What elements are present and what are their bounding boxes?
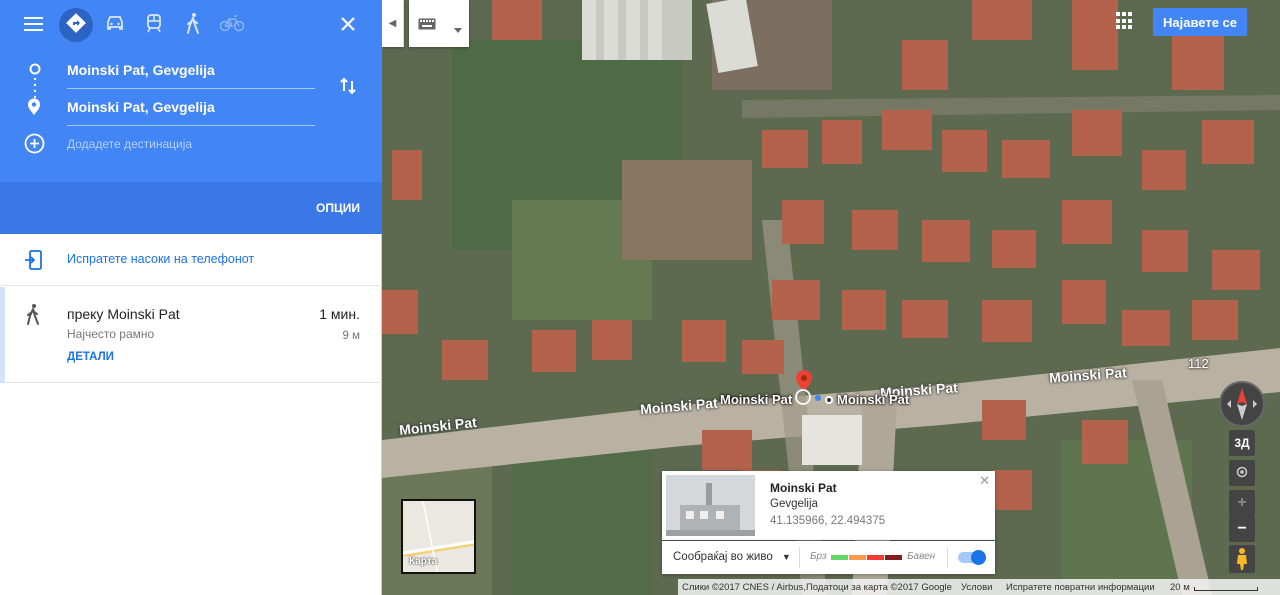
- street-view-thumbnail[interactable]: [666, 475, 755, 536]
- directions-header: Moinski Pat, Gevgelija Moinski Pat, Gevg…: [0, 0, 382, 182]
- zoom-in-button[interactable]: +: [1229, 490, 1255, 516]
- destination-row: Moinski Pat, Gevgelija: [0, 89, 382, 126]
- traffic-slow-label: Бавен: [907, 551, 936, 562]
- chevron-down-icon: ▼: [781, 552, 791, 562]
- terms-link[interactable]: Услови: [961, 582, 992, 593]
- send-to-phone-icon: [24, 250, 44, 270]
- map-footer: Слики ©2017 CNES / Airbus,Податоци за ка…: [678, 579, 1280, 595]
- map-type-toggle[interactable]: Карта: [401, 499, 476, 574]
- traffic-layer-bar: Сообраќај во живо ▼ Брз Бавен: [662, 541, 995, 574]
- route-via: преку Moinski Pat: [67, 306, 180, 322]
- mode-transit-button[interactable]: [137, 8, 171, 42]
- chevron-down-icon: [454, 20, 462, 38]
- bike-icon: [219, 14, 245, 37]
- collapse-panel-button[interactable]: ◀: [382, 0, 404, 47]
- sign-in-button[interactable]: Најавете се: [1153, 8, 1247, 36]
- add-destination-icon[interactable]: [24, 133, 45, 154]
- traffic-legend-very-slow: [885, 555, 902, 560]
- feedback-link[interactable]: Испратете повратни информации: [1006, 582, 1155, 593]
- imagery-attribution: Слики ©2017 CNES / Airbus,Податоци за ка…: [682, 582, 952, 593]
- road-number-label: 112: [1188, 356, 1209, 371]
- route-distance: 9 м: [342, 330, 361, 342]
- route-summary: Најчесто рамно: [67, 327, 155, 341]
- mode-driving-button[interactable]: [98, 8, 132, 42]
- walk-icon: [185, 12, 201, 39]
- origin-pin-label[interactable]: Moinski Pat: [720, 392, 792, 407]
- directions-icon: [65, 12, 87, 39]
- send-to-phone-link[interactable]: Испратете насоки на телефонот: [67, 252, 254, 266]
- divider: [947, 547, 948, 568]
- route-option[interactable]: преку Moinski Pat Најчесто рамно Детали …: [0, 287, 382, 383]
- zoom-out-button[interactable]: −: [1229, 516, 1255, 542]
- pegman-icon[interactable]: [1229, 545, 1255, 573]
- apps-grid-icon[interactable]: [1116, 12, 1134, 30]
- options-button[interactable]: Опции: [316, 201, 360, 215]
- mode-walking-button[interactable]: [176, 8, 210, 42]
- divider: [799, 547, 800, 568]
- scale-label: 20 м: [1170, 582, 1190, 593]
- compass-icon[interactable]: [1219, 381, 1265, 427]
- my-location-button[interactable]: [1229, 460, 1255, 486]
- my-location-icon: [1235, 465, 1249, 482]
- traffic-legend-moderate: [849, 555, 866, 560]
- traffic-live-dropdown[interactable]: Сообраќај во живо ▼: [673, 551, 791, 563]
- location-coordinates: 41.135966, 22.494375: [770, 515, 886, 527]
- keyboard-icon: [418, 17, 436, 35]
- close-icon[interactable]: [340, 16, 356, 32]
- options-bar: Опции: [0, 182, 382, 234]
- directions-panel: Moinski Pat, Gevgelija Moinski Pat, Gevg…: [0, 0, 382, 595]
- chevron-left-icon: ◀: [388, 18, 397, 29]
- traffic-legend-fast: [831, 555, 848, 560]
- route-time: 1 мин.: [319, 306, 360, 322]
- traffic-fast-label: Брз: [810, 551, 827, 562]
- scale-bar: [1194, 587, 1258, 591]
- car-icon: [105, 14, 125, 37]
- destination-input[interactable]: Moinski Pat, Gevgelija: [67, 99, 315, 126]
- train-icon: [145, 13, 163, 38]
- walk-icon: [25, 303, 41, 325]
- view-3d-button[interactable]: 3Д: [1229, 430, 1255, 456]
- add-destination-input[interactable]: Додадете дестинација: [67, 137, 192, 151]
- traffic-legend-slow: [867, 555, 884, 560]
- swap-icon[interactable]: [338, 76, 358, 96]
- location-title: Moinski Pat: [770, 481, 837, 495]
- menu-icon[interactable]: [24, 16, 43, 32]
- location-info-card[interactable]: Moinski Pat Gevgelija 41.135966, 22.4943…: [662, 471, 995, 540]
- map-type-label: Карта: [409, 556, 438, 567]
- origin-row: Moinski Pat, Gevgelija: [0, 52, 382, 89]
- route-details-link[interactable]: Детали: [67, 351, 114, 363]
- mode-best-route-button[interactable]: [59, 8, 93, 42]
- destination-pin-label[interactable]: Moinski Pat: [837, 392, 909, 407]
- send-to-phone-row[interactable]: Испратете насоки на телефонот: [0, 234, 382, 286]
- input-tools-button[interactable]: [409, 0, 469, 47]
- close-icon[interactable]: ✕: [979, 473, 990, 489]
- map-canvas[interactable]: Moinski Pat Moinski Pat Moinski Pat Moin…: [382, 0, 1280, 595]
- selected-route-indicator: [0, 287, 5, 383]
- traffic-live-label: Сообраќај во живо: [673, 551, 773, 563]
- location-city: Gevgelija: [770, 498, 818, 510]
- origin-input[interactable]: Moinski Pat, Gevgelija: [67, 62, 315, 89]
- mode-cycling-button[interactable]: [215, 8, 249, 42]
- traffic-toggle[interactable]: [958, 550, 986, 565]
